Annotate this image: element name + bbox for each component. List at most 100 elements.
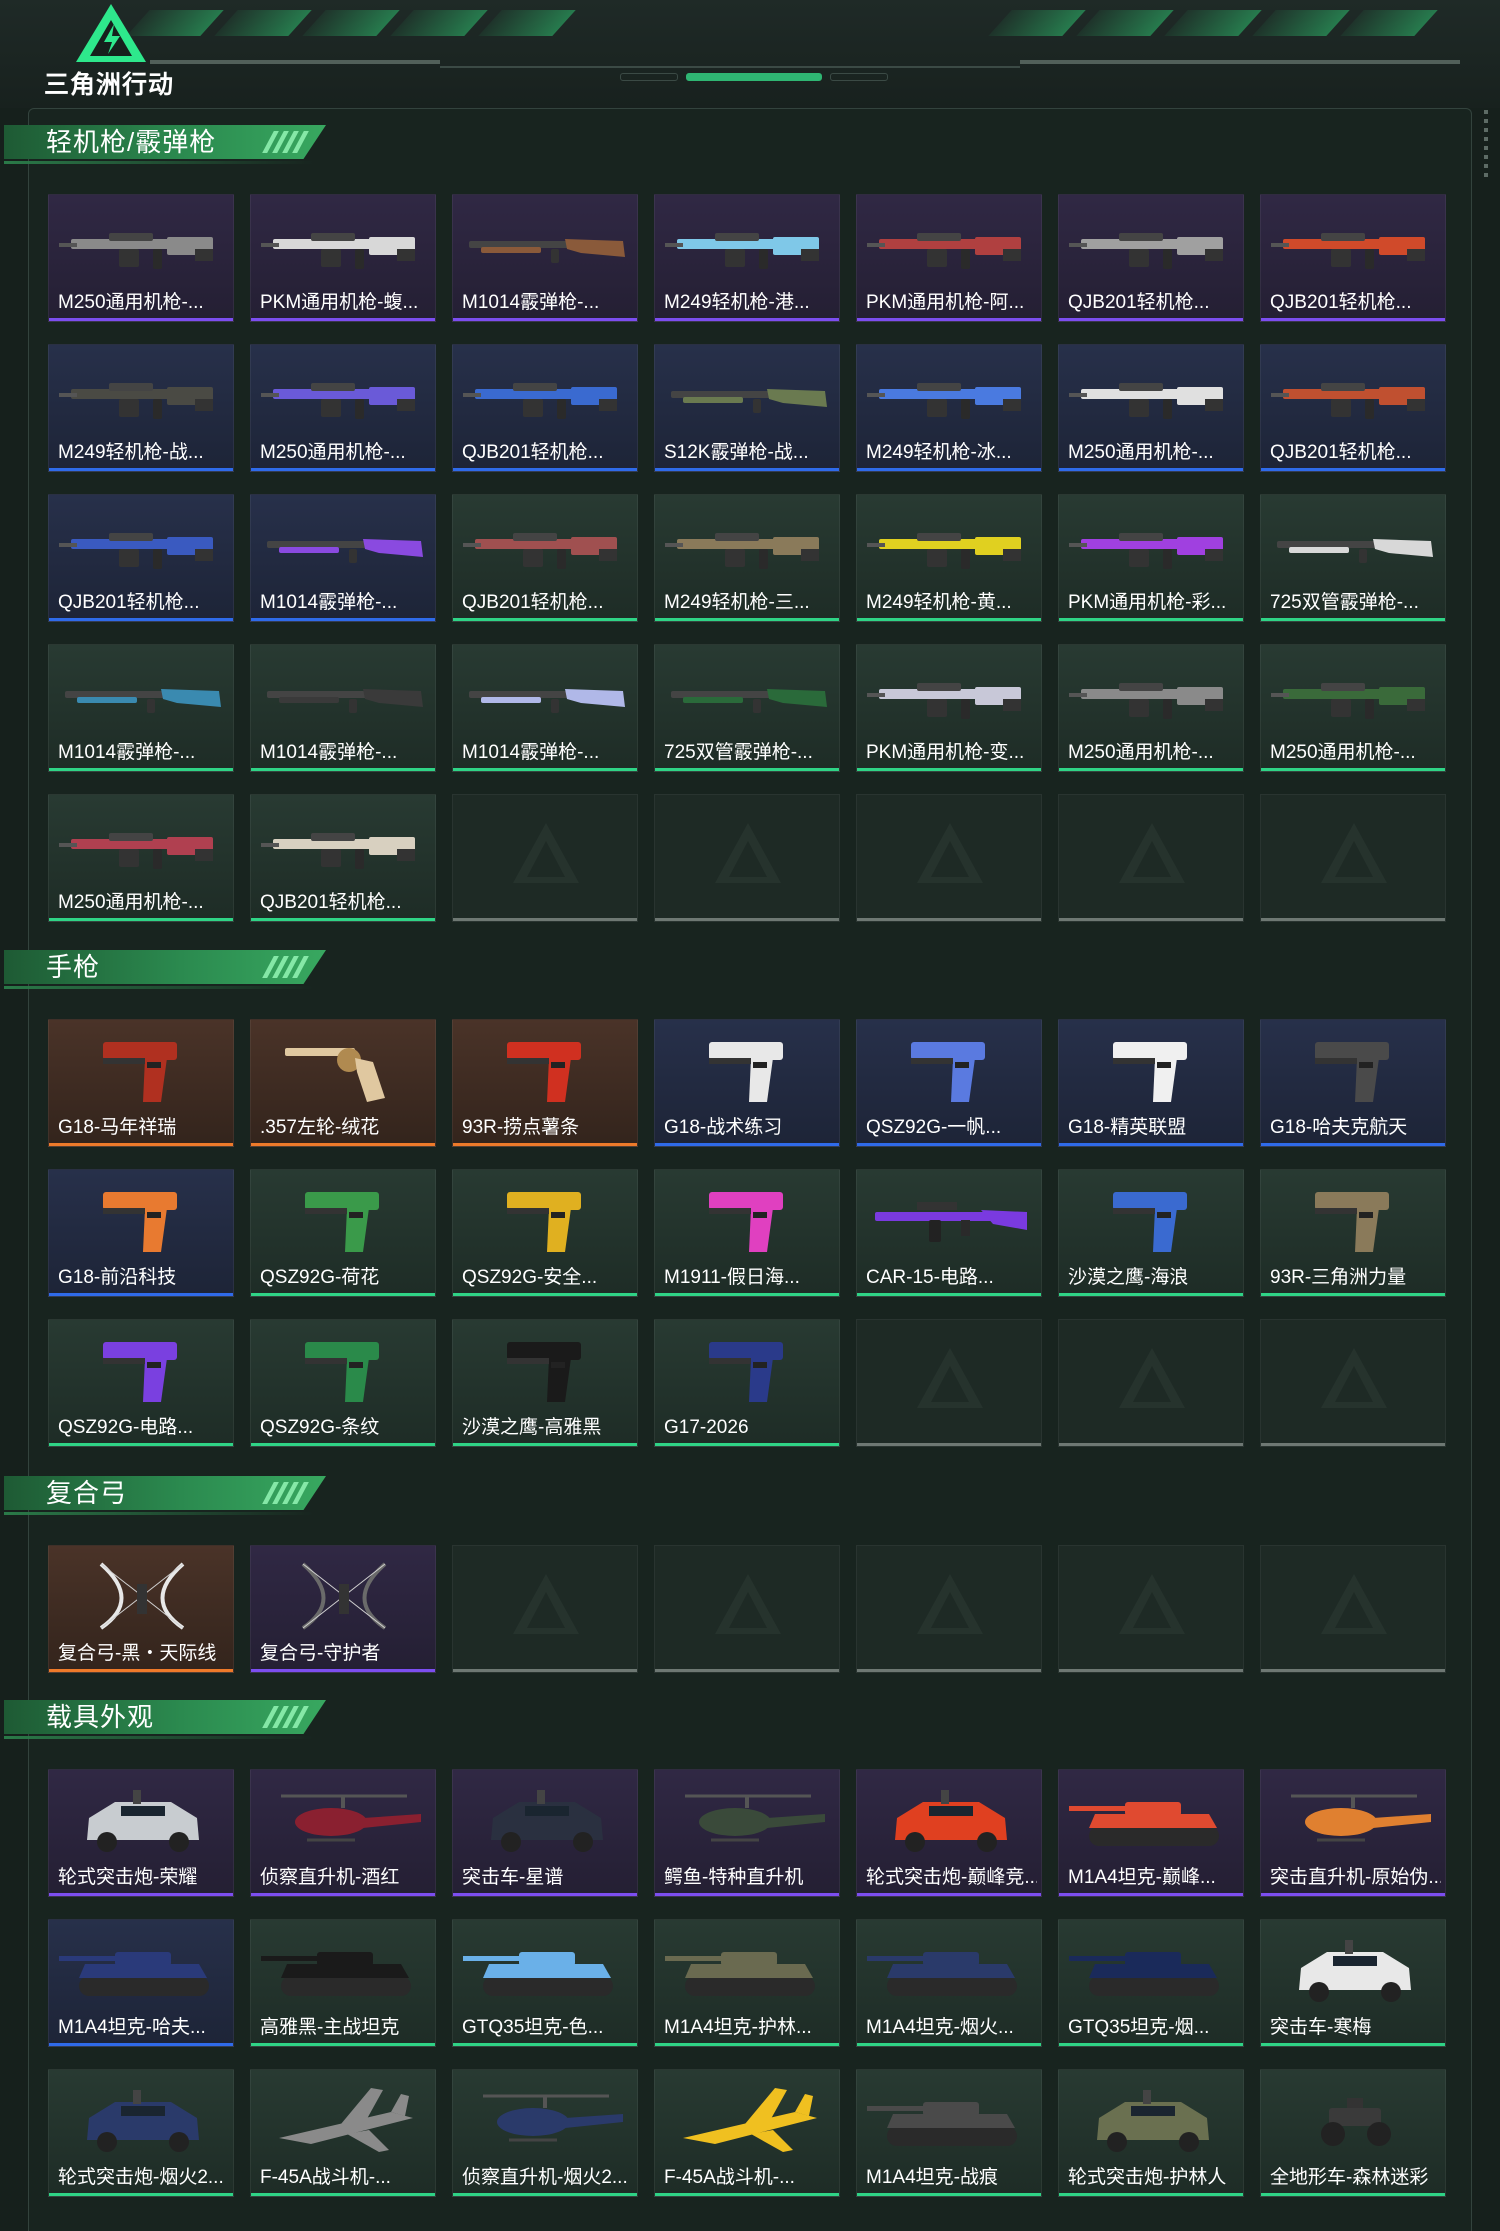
skin-card[interactable]: M250通用机枪-... xyxy=(250,344,436,472)
skin-card[interactable]: QSZ92G-荷花 xyxy=(250,1169,436,1297)
page-header: 三角洲行动 xyxy=(0,0,1500,108)
skin-card[interactable]: M249轻机枪-战... xyxy=(48,344,234,472)
skin-card[interactable]: GTQ35坦克-色... xyxy=(452,1919,638,2047)
skin-card[interactable]: M1A4坦克-烟火... xyxy=(856,1919,1042,2047)
skin-card[interactable]: QJB201轻机枪... xyxy=(1058,194,1244,322)
skin-card[interactable]: QJB201轻机枪... xyxy=(1260,194,1446,322)
skin-card[interactable]: G18-哈夫克航天 xyxy=(1260,1019,1446,1147)
skin-card[interactable]: M249轻机枪-黄... xyxy=(856,494,1042,622)
skin-card[interactable]: 高雅黑-主战坦克 xyxy=(250,1919,436,2047)
skin-card[interactable]: M1014霰弹枪-... xyxy=(250,494,436,622)
skin-card[interactable]: .357左轮-绒花 xyxy=(250,1019,436,1147)
skin-card[interactable]: M1014霰弹枪-... xyxy=(250,644,436,772)
rarity-bar xyxy=(857,1143,1041,1146)
skin-card[interactable]: PKM通用机枪-蝮... xyxy=(250,194,436,322)
skin-card[interactable]: 轮式突击炮-荣耀 xyxy=(48,1769,234,1897)
skin-card[interactable]: QSZ92G-一帆... xyxy=(856,1019,1042,1147)
skin-card[interactable]: M1911-假日海... xyxy=(654,1169,840,1297)
skin-card[interactable]: 突击车-星谱 xyxy=(452,1769,638,1897)
skin-card[interactable]: G18-精英联盟 xyxy=(1058,1019,1244,1147)
rifle-icon xyxy=(875,1202,1027,1242)
rarity-bar xyxy=(49,468,233,471)
skin-card[interactable]: M1A4坦克-护林... xyxy=(654,1919,840,2047)
skin-card[interactable]: M249轻机枪-三... xyxy=(654,494,840,622)
tank-icon xyxy=(867,1952,1017,1996)
skin-card[interactable]: 725双管霰弹枪-... xyxy=(1260,494,1446,622)
skin-card[interactable]: F-45A战斗机-... xyxy=(654,2069,840,2197)
skin-card[interactable]: M249轻机枪-港... xyxy=(654,194,840,322)
skin-card-label: M249轻机枪-黄... xyxy=(866,592,1012,613)
skin-card-label: 突击车-星谱 xyxy=(462,1867,564,1888)
skin-card[interactable]: 复合弓-守护者 xyxy=(250,1545,436,1673)
skin-card[interactable]: M250通用机枪-... xyxy=(1260,644,1446,772)
rarity-bar xyxy=(857,2043,1041,2046)
lmg-icon xyxy=(1271,383,1425,419)
skin-card[interactable]: G18-前沿科技 xyxy=(48,1169,234,1297)
skin-card[interactable]: 轮式突击炮-护林人 xyxy=(1058,2069,1244,2197)
skin-card[interactable]: 全地形车-森林迷彩 xyxy=(1260,2069,1446,2197)
skin-card[interactable]: G18-战术练习 xyxy=(654,1019,840,1147)
skin-card[interactable]: QSZ92G-电路... xyxy=(48,1319,234,1447)
skin-card[interactable]: 725双管霰弹枪-... xyxy=(654,644,840,772)
skin-card[interactable]: 93R-三角洲力量 xyxy=(1260,1169,1446,1297)
skin-card[interactable]: CAR-15-电路... xyxy=(856,1169,1042,1297)
skin-card[interactable]: 复合弓-黑・天际线 xyxy=(48,1545,234,1673)
skin-card[interactable]: QSZ92G-安全... xyxy=(452,1169,638,1297)
skin-card[interactable]: PKM通用机枪-阿... xyxy=(856,194,1042,322)
skin-card[interactable]: M249轻机枪-冰... xyxy=(856,344,1042,472)
scrollbar[interactable] xyxy=(1484,110,1488,178)
skin-card[interactable]: 侦察直升机-酒红 xyxy=(250,1769,436,1897)
header-rail-right xyxy=(1020,60,1460,64)
skin-card[interactable]: 轮式突击炮-巅峰竞... xyxy=(856,1769,1042,1897)
skin-card-label: M1014霰弹枪-... xyxy=(260,742,398,763)
skin-card[interactable]: 侦察直升机-烟火2... xyxy=(452,2069,638,2197)
skin-card[interactable]: QJB201轻机枪... xyxy=(1260,344,1446,472)
section-title: 复合弓 xyxy=(46,1478,128,1508)
skin-card[interactable]: M250通用机枪-... xyxy=(1058,644,1244,772)
skin-card[interactable]: G17-2026 xyxy=(654,1319,840,1447)
slot-bar xyxy=(1261,918,1445,921)
skin-card[interactable]: QJB201轻机枪... xyxy=(250,794,436,922)
skin-card-label: 沙漠之鹰-高雅黑 xyxy=(462,1417,602,1438)
skin-card-label: 轮式突击炮-荣耀 xyxy=(58,1867,198,1888)
skin-card[interactable]: M1A4坦克-巅峰... xyxy=(1058,1769,1244,1897)
skin-card[interactable]: M1A4坦克-哈夫... xyxy=(48,1919,234,2047)
skin-card[interactable]: QSZ92G-条纹 xyxy=(250,1319,436,1447)
heli-icon xyxy=(281,1794,421,1842)
skin-card[interactable]: PKM通用机枪-彩... xyxy=(1058,494,1244,622)
skin-card[interactable]: PKM通用机枪-变... xyxy=(856,644,1042,772)
section-header-slashes xyxy=(262,131,309,153)
slot-bar xyxy=(453,1669,637,1672)
skin-card[interactable]: F-45A战斗机-... xyxy=(250,2069,436,2197)
skin-card[interactable]: 沙漠之鹰-海浪 xyxy=(1058,1169,1244,1297)
lmg-icon xyxy=(1069,233,1223,269)
skin-card-label: 侦察直升机-酒红 xyxy=(260,1867,400,1888)
skin-card[interactable]: M250通用机枪-... xyxy=(48,194,234,322)
skin-card[interactable]: QJB201轻机枪... xyxy=(452,494,638,622)
skin-card[interactable]: 鳄鱼-特种直升机 xyxy=(654,1769,840,1897)
skin-card[interactable]: S12K霰弹枪-战... xyxy=(654,344,840,472)
skin-card[interactable]: M1014霰弹枪-... xyxy=(48,644,234,772)
skin-card-label: 725双管霰弹枪-... xyxy=(1270,592,1419,613)
skin-card-label: M1911-假日海... xyxy=(664,1267,800,1288)
skin-card-label: QJB201轻机枪... xyxy=(260,892,402,913)
skin-card[interactable]: QJB201轻机枪... xyxy=(452,344,638,472)
skin-card[interactable]: 沙漠之鹰-高雅黑 xyxy=(452,1319,638,1447)
bow-icon xyxy=(99,1562,185,1630)
skin-card[interactable]: 突击直升机-原始伪... xyxy=(1260,1769,1446,1897)
skin-card[interactable]: QJB201轻机枪... xyxy=(48,494,234,622)
skin-card[interactable]: GTQ35坦克-烟... xyxy=(1058,1919,1244,2047)
skin-card[interactable]: M250通用机枪-... xyxy=(1058,344,1244,472)
skin-card[interactable]: M1A4坦克-战痕 xyxy=(856,2069,1042,2197)
skin-card-label: M249轻机枪-冰... xyxy=(866,442,1012,463)
heli-icon xyxy=(1291,1794,1431,1842)
skin-card[interactable]: M250通用机枪-... xyxy=(48,794,234,922)
skin-card[interactable]: 突击车-寒梅 xyxy=(1260,1919,1446,2047)
skin-card[interactable]: 93R-捞点薯条 xyxy=(452,1019,638,1147)
skin-card[interactable]: G18-马年祥瑞 xyxy=(48,1019,234,1147)
skin-card[interactable]: 轮式突击炮-烟火2... xyxy=(48,2069,234,2197)
skin-card[interactable]: M1014霰弹枪-... xyxy=(452,194,638,322)
skin-card[interactable]: M1014霰弹枪-... xyxy=(452,644,638,772)
skin-card-label: M1014霰弹枪-... xyxy=(260,592,398,613)
rarity-bar xyxy=(453,1143,637,1146)
